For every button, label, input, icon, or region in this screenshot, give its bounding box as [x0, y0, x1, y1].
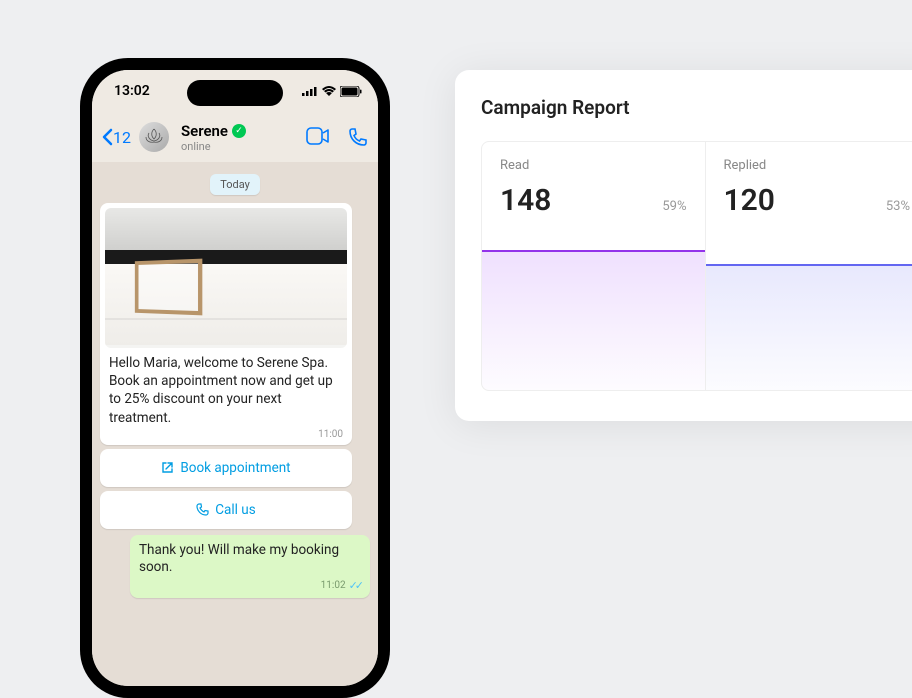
book-appointment-button[interactable]: Book appointment: [100, 449, 352, 487]
metric-replied[interactable]: Replied 120 53%: [706, 141, 912, 391]
contact-status: online: [181, 140, 300, 153]
call-us-button[interactable]: Call us: [100, 491, 352, 529]
chevron-left-icon: [102, 128, 113, 146]
external-link-icon: [161, 461, 174, 474]
call-button-label: Call us: [215, 502, 255, 518]
wifi-icon: [322, 86, 336, 96]
phone-frame: 13:02 12 Serene: [80, 58, 390, 698]
date-separator: Today: [210, 174, 260, 195]
phone-screen: 13:02 12 Serene: [92, 70, 378, 686]
battery-icon: [340, 86, 362, 97]
chat-body[interactable]: Today Hello Maria, welcome to Serene Spa…: [92, 162, 378, 686]
status-bar: 13:02: [92, 70, 378, 112]
message-text: Hello Maria, welcome to Serene Spa. Book…: [105, 352, 347, 429]
verified-badge-icon: ✓: [232, 124, 246, 138]
campaign-report-card: Campaign Report Read 148 59% Replied 120…: [455, 70, 912, 421]
message-image[interactable]: [105, 208, 347, 348]
metric-replied-value: 120: [724, 183, 775, 218]
metric-read-pct: 59%: [662, 199, 686, 214]
metric-read-value: 148: [500, 183, 551, 218]
lotus-icon: [144, 127, 164, 147]
canvas: 13:02 12 Serene: [0, 0, 912, 561]
chat-nav-bar: 12 Serene ✓ online: [92, 112, 378, 162]
read-receipt-icon: ✓✓: [349, 579, 361, 592]
signal-icon: [302, 86, 318, 96]
book-button-label: Book appointment: [180, 460, 290, 476]
metric-replied-fill: [706, 264, 912, 390]
contact-name: Serene: [181, 122, 228, 140]
metric-read-label: Read: [500, 158, 687, 173]
back-count: 12: [113, 128, 131, 147]
back-button[interactable]: 12: [102, 128, 131, 147]
status-time: 13:02: [114, 83, 150, 99]
message-time: 11:00: [105, 429, 347, 440]
status-icons: [302, 86, 362, 97]
metric-read[interactable]: Read 148 59%: [481, 141, 706, 391]
incoming-message[interactable]: Hello Maria, welcome to Serene Spa. Book…: [100, 203, 352, 445]
video-call-icon[interactable]: [306, 127, 330, 145]
metrics-row: Read 148 59% Replied 120 53%: [481, 141, 912, 391]
metric-read-fill: [482, 250, 705, 390]
contact-avatar[interactable]: [139, 122, 169, 152]
metric-replied-label: Replied: [724, 158, 911, 173]
phone-call-icon[interactable]: [348, 127, 368, 147]
contact-info[interactable]: Serene ✓ online: [181, 122, 300, 153]
phone-notch: [187, 80, 283, 106]
outgoing-text: Thank you! Will make my booking soon.: [139, 542, 361, 577]
outgoing-time: 11:02: [321, 580, 346, 591]
phone-icon: [196, 503, 209, 516]
outgoing-message[interactable]: Thank you! Will make my booking soon. 11…: [130, 535, 370, 598]
report-title: Campaign Report: [481, 96, 912, 119]
metric-replied-pct: 53%: [886, 199, 910, 214]
